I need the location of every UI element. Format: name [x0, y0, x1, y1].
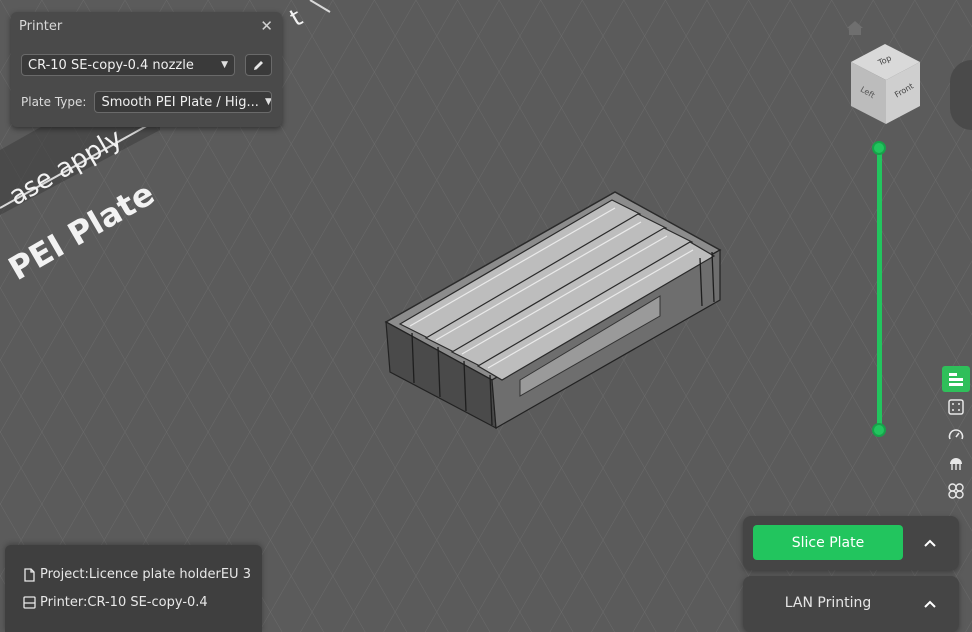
- layer-slider-bottom-handle[interactable]: [872, 423, 886, 437]
- file-icon: [24, 567, 35, 582]
- slice-plate-button[interactable]: Slice Plate: [753, 525, 903, 560]
- printer-select[interactable]: CR-10 SE-copy-0.4 nozzle ▼: [21, 54, 235, 76]
- printer-select-value: CR-10 SE-copy-0.4 nozzle: [28, 57, 194, 73]
- right-toolbar: [940, 364, 972, 514]
- printer-panel-header: Printer ✕: [11, 12, 282, 40]
- layer-slider-top-handle[interactable]: [872, 141, 886, 155]
- lan-printing-button[interactable]: LAN Printing: [753, 585, 903, 621]
- printer-panel: Printer ✕ CR-10 SE-copy-0.4 nozzle ▼ Pla…: [11, 12, 282, 127]
- printer-name: Printer:CR-10 SE-copy-0.4: [40, 595, 208, 610]
- chevron-up-icon: [924, 600, 936, 608]
- slice-options-button[interactable]: [918, 531, 942, 555]
- print-options-button[interactable]: [918, 592, 942, 616]
- layers-tool[interactable]: [942, 366, 970, 392]
- caret-down-icon: ▼: [221, 60, 228, 70]
- pencil-icon: [254, 60, 263, 70]
- plate-type-select[interactable]: Smooth PEI Plate / Hig... ▼: [94, 91, 272, 113]
- arrange-icon: [948, 483, 964, 499]
- speed-tool[interactable]: [942, 422, 970, 448]
- support-icon: [950, 458, 962, 470]
- arrange-tool[interactable]: [942, 478, 970, 504]
- close-icon[interactable]: ✕: [260, 17, 273, 35]
- side-panel-tab[interactable]: [950, 60, 972, 130]
- chevron-up-icon: [924, 539, 936, 547]
- plate-type-label: Plate Type:: [21, 95, 87, 109]
- caret-down-icon: ▼: [264, 97, 272, 107]
- support-tool[interactable]: [942, 450, 970, 476]
- project-name: Project:Licence plate holderEU 3: [40, 567, 251, 582]
- home-view-button[interactable]: [846, 20, 864, 40]
- printer-icon: [23, 596, 36, 609]
- printer-info-row: Printer:CR-10 SE-copy-0.4: [23, 595, 208, 610]
- layers-icon: [949, 373, 963, 386]
- printer-panel-title: Printer: [19, 18, 63, 34]
- gauge-icon: [948, 429, 964, 440]
- plate-tool[interactable]: [942, 394, 970, 420]
- view-cube[interactable]: Top Left Front: [848, 42, 926, 126]
- layer-slider-track[interactable]: [877, 148, 882, 430]
- home-icon: [847, 21, 863, 35]
- plate-grid-icon: [948, 399, 964, 415]
- plate-type-value: Smooth PEI Plate / Hig...: [101, 94, 259, 110]
- edit-printer-button[interactable]: [245, 54, 272, 76]
- project-info-panel: Project:Licence plate holderEU 3 Printer…: [5, 545, 262, 632]
- project-info-row: Project:Licence plate holderEU 3: [23, 567, 251, 582]
